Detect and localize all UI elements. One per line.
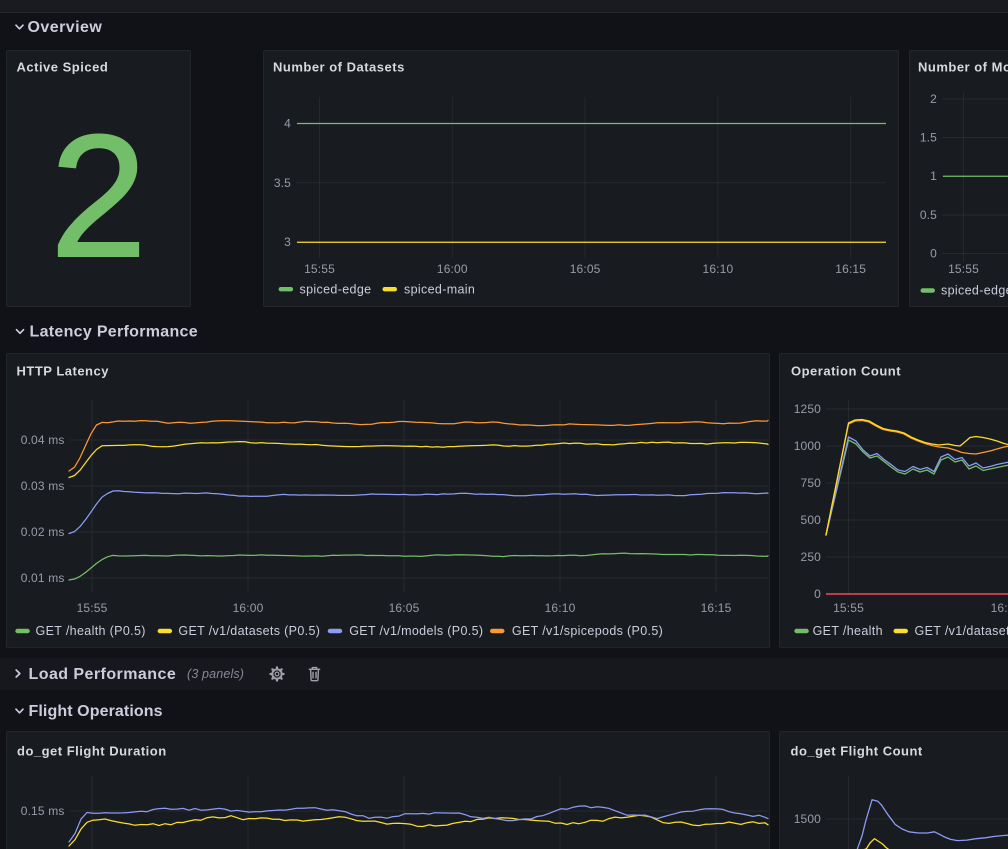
svg-text:0.15 ms: 0.15 ms [21, 804, 65, 818]
svg-text:15:55: 15:55 [948, 262, 979, 276]
svg-text:15:55: 15:55 [304, 262, 335, 276]
svg-text:3: 3 [284, 235, 291, 249]
svg-text:GET /health: GET /health [813, 624, 883, 638]
svg-text:250: 250 [801, 550, 822, 564]
svg-text:16:15: 16:15 [835, 262, 866, 276]
svg-text:16:00: 16:00 [233, 601, 264, 615]
svg-text:Overview: Overview [28, 19, 103, 36]
svg-text:16:00: 16:00 [437, 262, 468, 276]
svg-text:16:10: 16:10 [545, 601, 576, 615]
svg-text:(3 panels): (3 panels) [187, 667, 244, 681]
svg-text:HTTP Latency: HTTP Latency [17, 364, 110, 379]
svg-text:16:05: 16:05 [570, 262, 601, 276]
svg-text:1.5: 1.5 [920, 131, 937, 145]
svg-text:16:10: 16:10 [703, 262, 734, 276]
svg-text:16:05: 16:05 [389, 601, 420, 615]
svg-text:0.02 ms: 0.02 ms [21, 525, 65, 539]
svg-text:0.5: 0.5 [920, 208, 937, 222]
svg-text:do_get Flight Duration: do_get Flight Duration [17, 744, 167, 759]
svg-text:Operation Count: Operation Count [791, 364, 901, 379]
svg-text:4: 4 [284, 117, 291, 131]
svg-text:0: 0 [930, 247, 937, 261]
svg-text:0.04 ms: 0.04 ms [21, 433, 65, 447]
svg-text:Latency Performance: Latency Performance [30, 324, 198, 341]
svg-text:1000: 1000 [794, 439, 821, 453]
svg-text:3.5: 3.5 [274, 176, 291, 190]
svg-text:Flight Operations: Flight Operations [29, 703, 163, 720]
svg-text:spiced-main: spiced-main [404, 283, 475, 297]
svg-text:GET /health (P0.5): GET /health (P0.5) [36, 624, 146, 638]
svg-text:GET /v1/spicepods (P0.5): GET /v1/spicepods (P0.5) [512, 624, 663, 638]
svg-text:15:55: 15:55 [77, 601, 108, 615]
svg-text:0: 0 [814, 587, 821, 601]
svg-text:Load Performance: Load Performance [29, 666, 177, 683]
svg-text:750: 750 [801, 476, 822, 490]
svg-text:spiced-edge: spiced-edge [300, 283, 372, 297]
svg-text:16:15: 16:15 [701, 601, 732, 615]
svg-text:0.01 ms: 0.01 ms [21, 571, 65, 585]
svg-text:GET /v1/models (P0.5): GET /v1/models (P0.5) [349, 624, 483, 638]
svg-text:Number of Datasets: Number of Datasets [273, 60, 405, 75]
svg-text:1500: 1500 [794, 812, 821, 826]
svg-text:15:55: 15:55 [833, 601, 864, 615]
svg-text:Active Spiced: Active Spiced [17, 60, 109, 75]
svg-text:500: 500 [801, 513, 822, 527]
svg-text:Number of Models: Number of Models [918, 60, 1008, 75]
svg-text:do_get Flight Count: do_get Flight Count [791, 744, 923, 759]
svg-text:spiced-edge: spiced-edge [941, 284, 1008, 298]
svg-text:GET /v1/datasets: GET /v1/datasets [915, 624, 1008, 638]
svg-text:0.03 ms: 0.03 ms [21, 479, 65, 493]
svg-text:16:00: 16:00 [991, 601, 1008, 615]
svg-text:1250: 1250 [794, 402, 821, 416]
svg-text:1: 1 [930, 169, 937, 183]
svg-text:2: 2 [930, 92, 937, 106]
svg-text:GET /v1/datasets (P0.5): GET /v1/datasets (P0.5) [178, 624, 320, 638]
